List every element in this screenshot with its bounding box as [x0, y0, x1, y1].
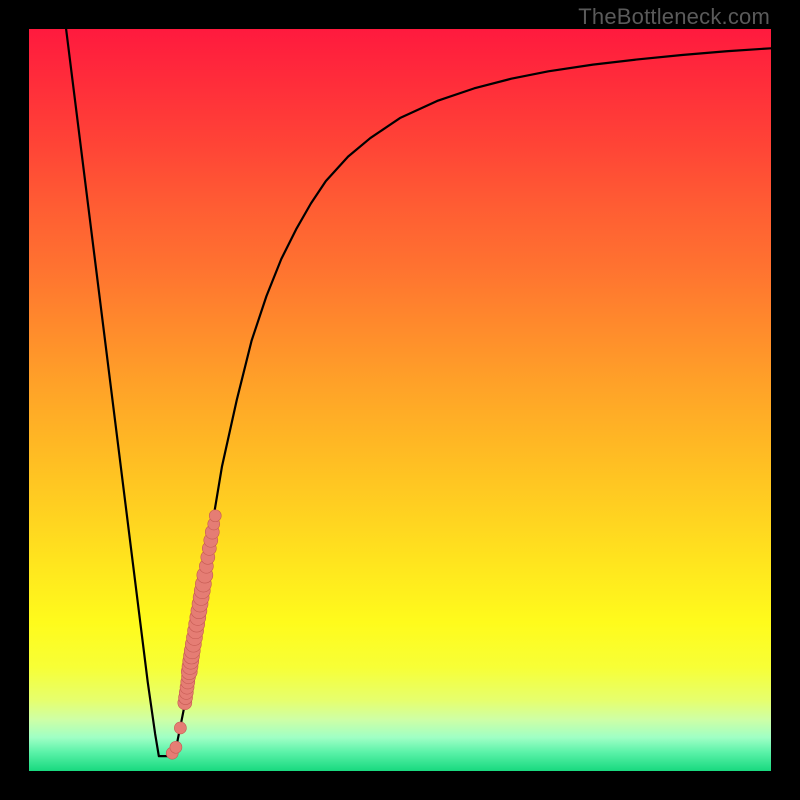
plot-area: [29, 29, 771, 771]
chart-frame: TheBottleneck.com: [0, 0, 800, 800]
chart-svg: [29, 29, 771, 771]
bottleneck-curve: [66, 29, 771, 756]
highlight-dot: [174, 722, 186, 734]
highlight-dots: [166, 510, 221, 759]
highlight-dot: [209, 510, 221, 522]
highlight-dot: [170, 741, 182, 753]
watermark-text: TheBottleneck.com: [578, 4, 770, 30]
